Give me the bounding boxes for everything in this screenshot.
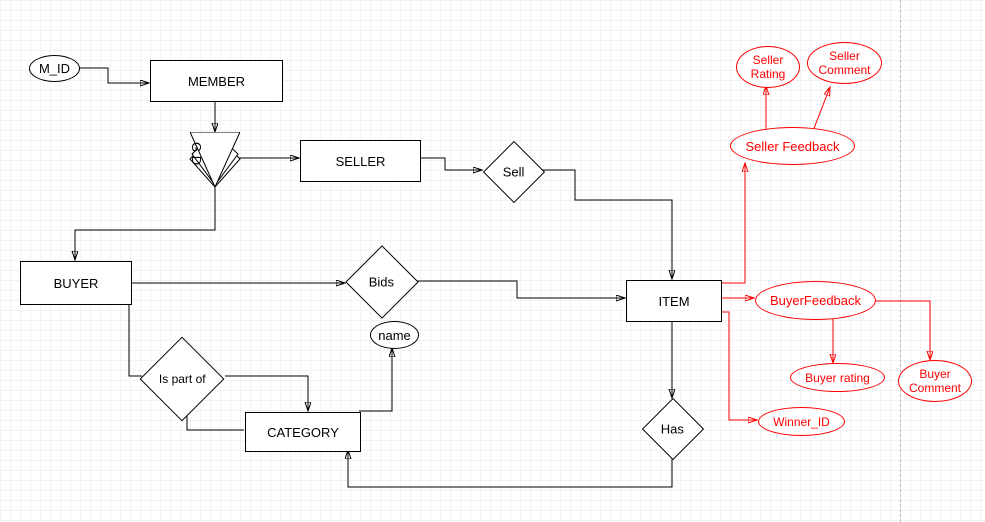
label: Seller Feedback — [746, 139, 840, 154]
entity-category[interactable]: CATEGORY — [245, 412, 361, 452]
label: Winner_ID — [773, 415, 830, 429]
label: CATEGORY — [267, 425, 339, 440]
page-divider — [900, 0, 901, 522]
rel-is-part-of[interactable]: Is part of — [140, 337, 225, 422]
er-diagram-canvas: M_ID MEMBER G.D SELLER Sell BUYER Bids I… — [0, 0, 985, 522]
label: Buyer Comment — [909, 367, 961, 395]
label: Bids — [369, 274, 394, 289]
entity-buyer[interactable]: BUYER — [20, 261, 132, 305]
attr-buyer-comment[interactable]: Buyer Comment — [898, 360, 972, 402]
label: Seller Rating — [751, 53, 786, 81]
attr-buyer-rating[interactable]: Buyer rating — [790, 363, 885, 392]
rel-gd-label: G.D — [189, 142, 204, 165]
attr-name[interactable]: name — [370, 321, 419, 349]
entity-member[interactable]: MEMBER — [150, 60, 283, 102]
label: ITEM — [658, 294, 689, 309]
rel-has[interactable]: Has — [642, 398, 704, 460]
rel-bids[interactable]: Bids — [345, 245, 419, 319]
label: name — [378, 328, 411, 343]
attr-seller-feedback[interactable]: Seller Feedback — [730, 127, 855, 165]
attr-m-id[interactable]: M_ID — [29, 55, 80, 82]
label: Buyer rating — [805, 371, 870, 385]
attr-buyer-feedback[interactable]: BuyerFeedback — [755, 281, 876, 320]
label: Is part of — [159, 372, 206, 386]
entity-seller[interactable]: SELLER — [300, 140, 421, 182]
rel-sell[interactable]: Sell — [483, 141, 545, 203]
label: Has — [661, 422, 684, 437]
label: MEMBER — [188, 74, 245, 89]
attr-winner-id[interactable]: Winner_ID — [758, 407, 845, 436]
attr-seller-rating[interactable]: Seller Rating — [736, 46, 800, 88]
label: SELLER — [336, 154, 386, 169]
label: BuyerFeedback — [770, 293, 861, 308]
label: M_ID — [39, 61, 70, 76]
label: Seller Comment — [818, 49, 870, 77]
entity-item[interactable]: ITEM — [626, 280, 722, 322]
label: Sell — [503, 165, 525, 180]
attr-seller-comment[interactable]: Seller Comment — [807, 42, 882, 84]
label: BUYER — [54, 276, 99, 291]
